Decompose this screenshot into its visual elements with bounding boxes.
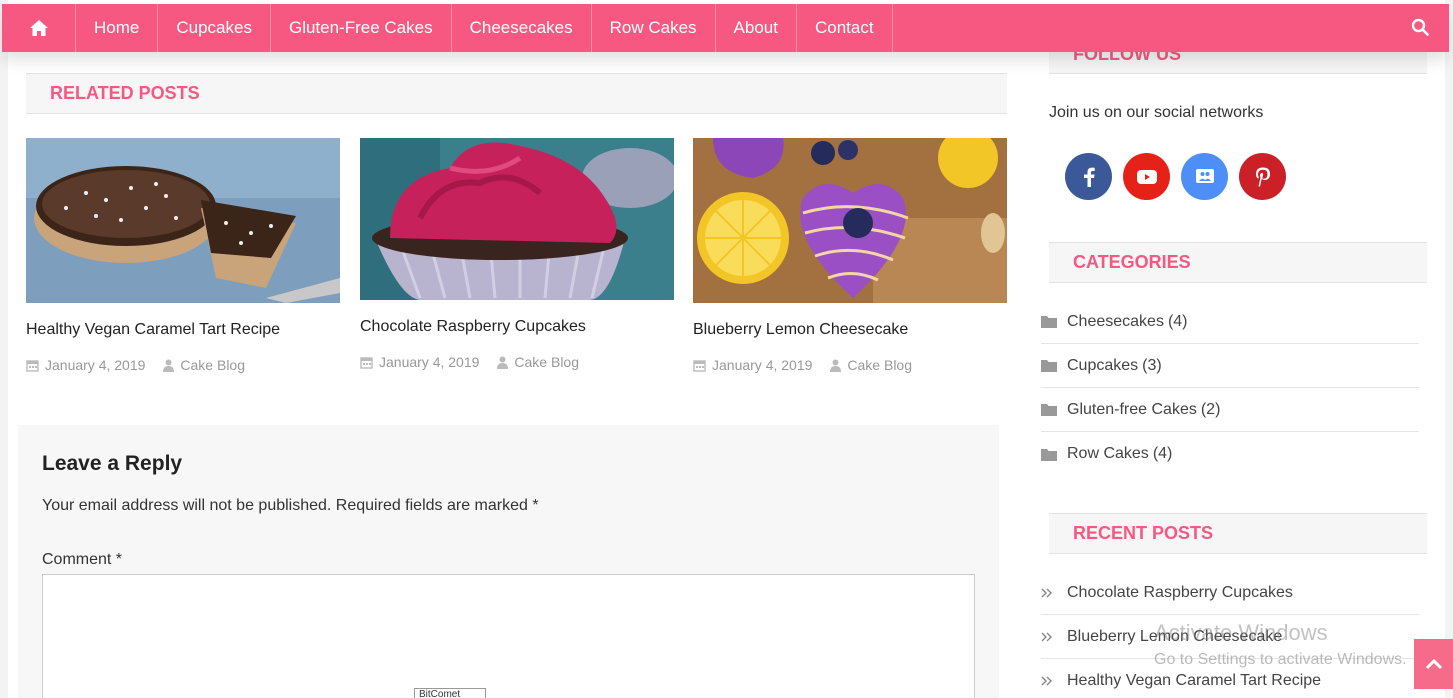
double-chevron-right-icon (1041, 588, 1067, 598)
category-item[interactable]: Gluten-free Cakes (2) (1041, 388, 1419, 432)
pinterest-icon (1255, 167, 1270, 186)
comment-textarea[interactable] (42, 574, 975, 698)
folder-icon (1041, 315, 1067, 328)
user-icon (830, 359, 842, 372)
nav-item-about[interactable]: About (716, 4, 797, 52)
category-count: (4) (1152, 445, 1173, 462)
double-chevron-right-icon (1041, 632, 1067, 642)
main-navbar: Home Cupcakes Gluten-Free Cakes Cheeseca… (2, 4, 1449, 52)
post-meta: January 4, 2019 Cake Blog (360, 354, 674, 370)
category-item[interactable]: Cupcakes (3) (1041, 344, 1419, 388)
chevron-up-icon (1425, 658, 1443, 670)
category-name[interactable]: Row Cakes (1067, 445, 1149, 463)
nav-item-cupcakes[interactable]: Cupcakes (158, 4, 271, 52)
facebook-icon (1083, 167, 1095, 187)
raspberry-cupcake-image (360, 138, 674, 300)
related-post-card[interactable]: Chocolate Raspberry Cupcakes January 4, … (360, 138, 674, 370)
google-link[interactable] (1181, 153, 1228, 200)
folder-icon (1041, 448, 1067, 461)
nav-home-button[interactable] (2, 4, 76, 52)
bitcomet-overlay[interactable]: BitComet (414, 688, 486, 698)
post-date[interactable]: January 4, 2019 (712, 357, 812, 373)
recent-post-link[interactable]: Healthy Vegan Caramel Tart Recipe (1067, 672, 1321, 690)
facebook-link[interactable] (1065, 153, 1112, 200)
calendar-icon (26, 359, 39, 372)
category-count: (4) (1167, 312, 1188, 330)
post-meta: January 4, 2019 Cake Blog (693, 357, 1007, 373)
comment-label: Comment * (42, 551, 123, 568)
reply-title: Leave a Reply (42, 452, 183, 475)
post-thumbnail[interactable] (693, 138, 1007, 303)
post-title[interactable]: Healthy Vegan Caramel Tart Recipe (26, 321, 340, 339)
calendar-icon (693, 359, 706, 372)
nav-item-contact[interactable]: Contact (797, 4, 893, 52)
activate-windows-subtext: Go to Settings to activate Windows. (1154, 651, 1407, 668)
category-count: (2) (1200, 400, 1221, 418)
google-icon (1195, 168, 1214, 183)
post-title[interactable]: Blueberry Lemon Cheesecake (693, 321, 1007, 339)
related-post-card[interactable]: Blueberry Lemon Cheesecake January 4, 20… (693, 138, 1007, 373)
folder-icon (1041, 359, 1067, 372)
follow-us-text: Join us on our social networks (1049, 104, 1264, 121)
search-button[interactable] (1411, 18, 1429, 41)
post-date[interactable]: January 4, 2019 (45, 357, 145, 373)
post-author[interactable]: Cake Blog (514, 354, 579, 370)
post-thumbnail[interactable] (360, 138, 674, 300)
post-date[interactable]: January 4, 2019 (379, 354, 479, 370)
calendar-icon (360, 356, 373, 369)
scroll-to-top-button[interactable] (1414, 639, 1453, 689)
nav-item-row-cakes[interactable]: Row Cakes (592, 4, 716, 52)
youtube-icon (1136, 169, 1157, 184)
nav-item-cheesecakes[interactable]: Cheesecakes (452, 4, 592, 52)
post-title[interactable]: Chocolate Raspberry Cupcakes (360, 318, 674, 336)
post-author[interactable]: Cake Blog (847, 357, 912, 373)
blueberry-cheesecake-image (693, 138, 1007, 303)
pinterest-link[interactable] (1239, 153, 1286, 200)
category-item[interactable]: Row Cakes (4) (1041, 432, 1419, 476)
category-count: (3) (1142, 356, 1162, 374)
nav-item-gluten-free-cakes[interactable]: Gluten-Free Cakes (271, 4, 452, 52)
folder-icon (1041, 403, 1067, 416)
search-icon (1411, 18, 1429, 36)
user-icon (163, 359, 175, 372)
recent-post-link[interactable]: Chocolate Raspberry Cupcakes (1067, 584, 1293, 602)
recent-post-item[interactable]: Chocolate Raspberry Cupcakes (1041, 571, 1419, 615)
user-icon (497, 356, 509, 369)
related-posts-title: RELATED POSTS (50, 83, 200, 103)
reply-notice: Your email address will not be published… (42, 497, 539, 514)
categories-list: Cheesecakes (4) Cupcakes (3) Gluten-free… (1041, 300, 1419, 476)
nav-item-home[interactable]: Home (76, 4, 159, 52)
category-name[interactable]: Gluten-free Cakes (1067, 401, 1197, 419)
home-icon (29, 20, 48, 36)
social-links (1065, 153, 1286, 200)
caramel-tart-image (26, 138, 340, 303)
category-name[interactable]: Cheesecakes (1067, 313, 1164, 331)
category-name[interactable]: Cupcakes (1067, 357, 1138, 375)
post-meta: January 4, 2019 Cake Blog (26, 357, 340, 373)
recent-posts-title: RECENT POSTS (1073, 523, 1214, 543)
leave-reply-form: Leave a Reply Your email address will no… (18, 425, 999, 698)
post-author[interactable]: Cake Blog (180, 357, 245, 373)
related-post-card[interactable]: Healthy Vegan Caramel Tart Recipe Januar… (26, 138, 340, 373)
activate-windows-watermark: Activate Windows (1154, 620, 1328, 645)
post-thumbnail[interactable] (26, 138, 340, 303)
categories-title: CATEGORIES (1073, 252, 1191, 272)
double-chevron-right-icon (1041, 676, 1067, 686)
category-item[interactable]: Cheesecakes (4) (1041, 300, 1419, 344)
youtube-link[interactable] (1123, 153, 1170, 200)
